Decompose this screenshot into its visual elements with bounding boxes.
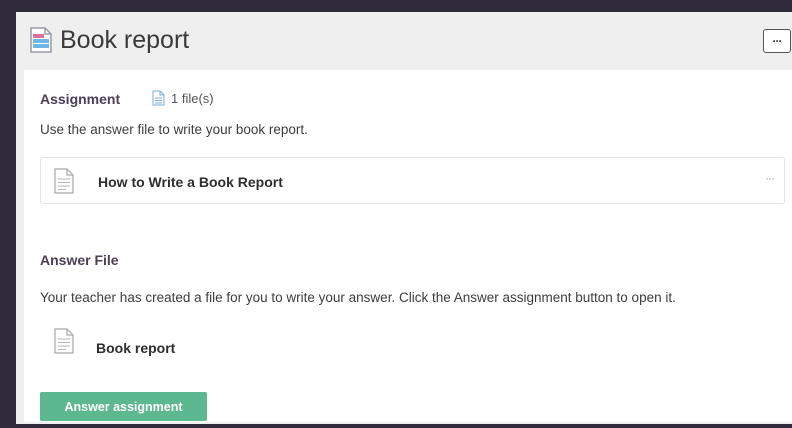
attached-file-card[interactable]: How to Write a Book Report ··· — [40, 157, 785, 204]
assignment-content: Assignment 1 file(s) Use the answer file… — [24, 70, 792, 422]
files-count[interactable]: 1 file(s) — [152, 90, 214, 106]
files-count-label: 1 file(s) — [171, 90, 214, 106]
file-more-options-button[interactable]: ··· — [765, 171, 775, 185]
file-icon — [152, 90, 165, 106]
assignment-heading: Assignment — [40, 91, 121, 107]
document-icon — [29, 27, 53, 58]
answer-assignment-button[interactable]: Answer assignment — [40, 392, 207, 421]
attached-file-name[interactable]: How to Write a Book Report — [98, 174, 283, 190]
file-icon — [54, 168, 74, 199]
assignment-panel: Book report ··· Assignment 1 file(s) Use… — [16, 12, 792, 424]
more-options-button[interactable]: ··· — [763, 29, 791, 53]
answer-file-description: Your teacher has created a file for you … — [40, 290, 676, 305]
file-icon — [54, 328, 74, 359]
answer-file-heading: Answer File — [40, 252, 119, 268]
page-title: Book report — [60, 26, 190, 54]
panel-header: Book report ··· — [16, 12, 792, 70]
assignment-instructions: Use the answer file to write your book r… — [40, 122, 308, 137]
answer-file-name[interactable]: Book report — [96, 340, 175, 356]
